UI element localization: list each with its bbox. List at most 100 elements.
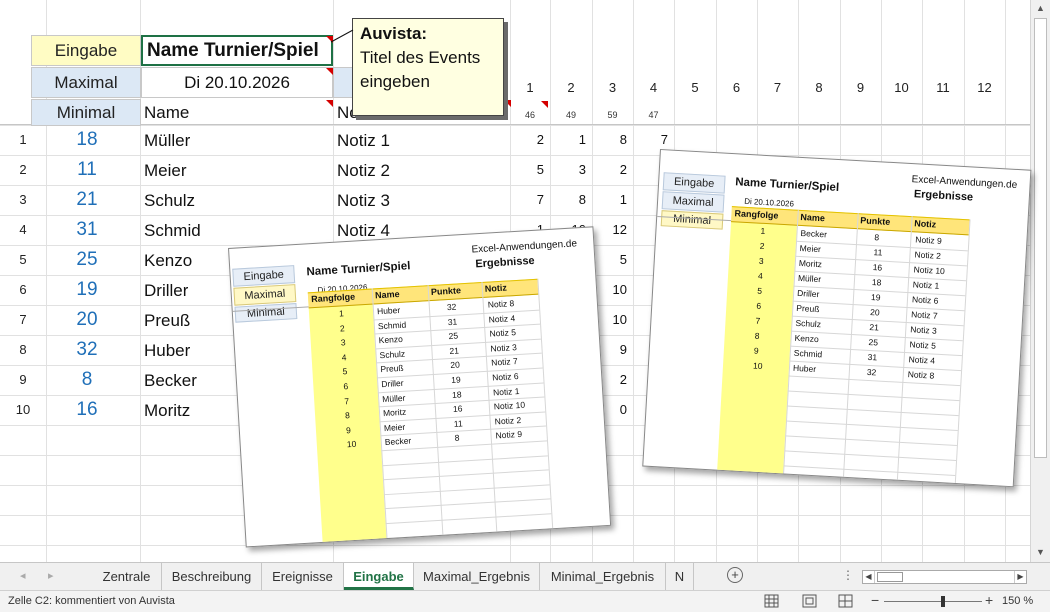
tab-next-icon[interactable]: ▸ <box>48 569 54 582</box>
rank-value[interactable]: 21 <box>46 189 128 211</box>
thumb-row-line <box>783 465 956 476</box>
vertical-scroll-thumb[interactable] <box>1034 18 1047 458</box>
tab-n[interactable]: N <box>666 563 694 590</box>
score-cell[interactable]: 2 <box>592 162 627 177</box>
tab-beschreibung[interactable]: Beschreibung <box>162 563 262 590</box>
normal-view-icon[interactable] <box>764 594 779 608</box>
score-cell[interactable]: 7 <box>633 132 668 147</box>
date-cell[interactable]: Di 20.10.2026 <box>141 67 333 98</box>
zoom-out-button[interactable]: − <box>871 592 879 608</box>
scroll-down-icon[interactable]: ▼ <box>1033 545 1048 560</box>
vertical-scrollbar[interactable]: ▲ ▼ <box>1030 0 1050 562</box>
hscroll-thumb[interactable] <box>877 572 903 582</box>
thumb-rank: 2 <box>339 322 345 334</box>
thumb-notiz: Notiz 10 <box>493 399 526 412</box>
player-name[interactable]: Schmid <box>144 221 201 241</box>
row-number: 7 <box>19 312 27 327</box>
zoom-in-button[interactable]: + <box>985 592 993 608</box>
rank-value[interactable]: 32 <box>46 339 128 361</box>
round-header: 5 <box>691 80 699 95</box>
add-sheet-icon[interactable]: + <box>727 567 743 583</box>
minimal-label[interactable]: Minimal <box>31 99 141 126</box>
player-notiz[interactable]: Notiz 2 <box>337 161 390 181</box>
thumb-notiz: Notiz 2 <box>914 249 942 261</box>
row-number: 10 <box>15 402 31 417</box>
excel-window: Eingabe Maximal Minimal Name Turnier/Spiel D… <box>0 0 1050 612</box>
rank-value[interactable]: 8 <box>46 369 128 391</box>
rank-value[interactable]: 20 <box>46 309 128 331</box>
thumb-row-line <box>383 484 550 495</box>
rank-value[interactable]: 25 <box>46 249 128 271</box>
page-layout-icon[interactable] <box>802 594 817 608</box>
score-cell[interactable]: 5 <box>510 162 544 177</box>
player-name[interactable]: Preuß <box>144 311 190 331</box>
player-name[interactable]: Müller <box>144 131 190 151</box>
tab-zentrale[interactable]: Zentrale <box>92 563 162 590</box>
thumb-notiz: Notiz 5 <box>909 339 937 351</box>
hscroll-right-icon[interactable]: ▶ <box>1014 571 1026 583</box>
rank-value[interactable]: 16 <box>46 399 128 421</box>
thumb-points: 8 <box>454 433 460 444</box>
zoom-level[interactable]: 150 % <box>1002 595 1033 607</box>
score-cell[interactable]: 5 <box>592 252 627 267</box>
tab-eingabe[interactable]: Eingabe <box>344 563 414 590</box>
thumb-rank: 9 <box>753 345 759 356</box>
thumb-rank: 1 <box>338 308 345 319</box>
player-notiz[interactable]: Notiz 1 <box>337 131 390 151</box>
score-cell[interactable]: 1 <box>592 192 627 207</box>
round-sum: 46 <box>524 110 535 120</box>
page-break-preview-icon[interactable] <box>838 594 853 608</box>
comment-arrow <box>330 29 354 43</box>
tab-split-handle-icon[interactable]: ⋮ <box>842 568 854 582</box>
score-cell[interactable]: 2 <box>510 132 544 147</box>
player-name[interactable]: Meier <box>144 161 187 181</box>
player-name[interactable]: Driller <box>144 281 188 301</box>
round-sum: 59 <box>607 110 618 120</box>
rank-value[interactable]: 19 <box>46 279 128 301</box>
header-separator-line <box>0 124 1030 125</box>
score-cell[interactable]: 7 <box>510 192 544 207</box>
round-header: 3 <box>608 80 617 95</box>
horizontal-scrollbar[interactable]: ◀ ▶ <box>862 570 1027 584</box>
player-name[interactable]: Kenzo <box>144 251 192 271</box>
score-cell[interactable]: 8 <box>550 192 586 207</box>
player-name[interactable]: Huber <box>144 341 190 361</box>
round-header: 10 <box>894 80 909 95</box>
thumb-rank: 6 <box>756 300 762 311</box>
player-notiz[interactable]: Notiz 3 <box>337 191 390 211</box>
eingabe-label[interactable]: Eingabe <box>31 35 141 66</box>
thumb-notiz: Notiz 8 <box>487 298 515 310</box>
thumb-name: Moritz <box>382 406 407 419</box>
player-name[interactable]: Becker <box>144 371 197 391</box>
cell-comment-box: Auvista: Titel des Events eingeben <box>352 18 504 116</box>
title-cell[interactable]: Name Turnier/Spiel <box>141 35 333 66</box>
thumb-points: 20 <box>869 306 880 318</box>
tab-minimal-ergebnis[interactable]: Minimal_Ergebnis <box>540 563 666 590</box>
score-cell[interactable]: 12 <box>592 222 627 237</box>
rank-value[interactable]: 11 <box>46 159 128 181</box>
zoom-slider-track[interactable] <box>884 601 982 602</box>
thumb-row-line <box>382 454 548 466</box>
score-cell[interactable]: 3 <box>550 162 586 177</box>
maximal-label[interactable]: Maximal <box>31 67 141 98</box>
score-cell[interactable]: 1 <box>550 132 586 147</box>
player-name[interactable]: Moritz <box>144 401 190 421</box>
player-name[interactable]: Schulz <box>144 191 195 211</box>
tab-maximal-ergebnis[interactable]: Maximal_Ergebnis <box>414 563 540 590</box>
thumb-notiz: Notiz 6 <box>491 371 519 383</box>
comment-line-2: eingeben <box>360 72 430 91</box>
score-cell[interactable]: 8 <box>592 132 627 147</box>
hscroll-left-icon[interactable]: ◀ <box>863 571 875 583</box>
thumb-name: Becker <box>384 435 412 448</box>
thumb-name: Huber <box>792 362 817 375</box>
scroll-up-icon[interactable]: ▲ <box>1033 1 1048 16</box>
thumb-points: 11 <box>453 418 463 429</box>
rank-value[interactable]: 18 <box>46 129 128 151</box>
tab-prev-icon[interactable]: ◂ <box>20 569 26 582</box>
thumb-name: Schulz <box>379 348 406 360</box>
thumb-name: Becker <box>800 227 828 240</box>
zoom-slider-thumb[interactable] <box>940 596 945 607</box>
rank-value[interactable]: 31 <box>46 219 128 241</box>
tab-ereignisse[interactable]: Ereignisse <box>262 563 344 590</box>
thumb-name: Schmid <box>793 347 823 360</box>
